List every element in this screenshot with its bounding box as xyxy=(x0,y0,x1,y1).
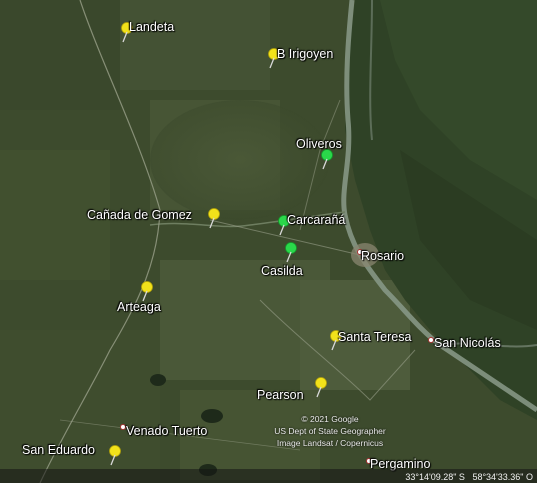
pushpin-yellow-icon[interactable] xyxy=(106,445,122,467)
place-label-b-irigoyen: B Irigoyen xyxy=(277,47,334,61)
place-label-san-nicolas: San Nicolás xyxy=(434,336,501,350)
map-view[interactable]: Landeta B Irigoyen Oliveros Cañada de Go… xyxy=(0,0,537,483)
place-label-san-eduardo: San Eduardo xyxy=(22,443,95,457)
pushpin-green-icon[interactable] xyxy=(282,242,298,264)
pushpin-green-icon[interactable] xyxy=(318,149,334,171)
place-label-oliveros: Oliveros xyxy=(296,137,342,151)
attribution-line-2: US Dept of State Geographer xyxy=(274,426,386,436)
longitude-readout: 58°34'33.36" O xyxy=(472,472,533,482)
coordinates-readout: 33°14'09.28" S 58°34'33.36" O xyxy=(405,472,533,482)
place-label-arteaga: Arteaga xyxy=(117,300,161,314)
place-label-venado-tuerto: Venado Tuerto xyxy=(126,424,208,438)
status-bar: 33°14'09.28" S 58°34'33.36" O xyxy=(0,469,537,483)
attribution-line-3: Image Landsat / Copernicus xyxy=(276,438,384,448)
place-label-landeta: Landeta xyxy=(129,20,175,34)
pushpin-yellow-icon[interactable] xyxy=(312,377,328,399)
satellite-imagery xyxy=(0,0,537,483)
place-label-santa-teresa: Santa Teresa xyxy=(338,330,412,344)
place-label-pearson: Pearson xyxy=(257,388,304,402)
place-label-rosario: Rosario xyxy=(361,249,405,263)
place-label-casilda: Casilda xyxy=(261,264,303,278)
pushpin-yellow-icon[interactable] xyxy=(205,208,221,230)
place-label-carcarana: Carcarañá xyxy=(287,213,346,227)
latitude-readout: 33°14'09.28" S xyxy=(405,472,465,482)
attribution-line-1: © 2021 Google xyxy=(301,414,359,424)
place-label-canada-de-gomez: Cañada de Gomez xyxy=(87,208,192,222)
